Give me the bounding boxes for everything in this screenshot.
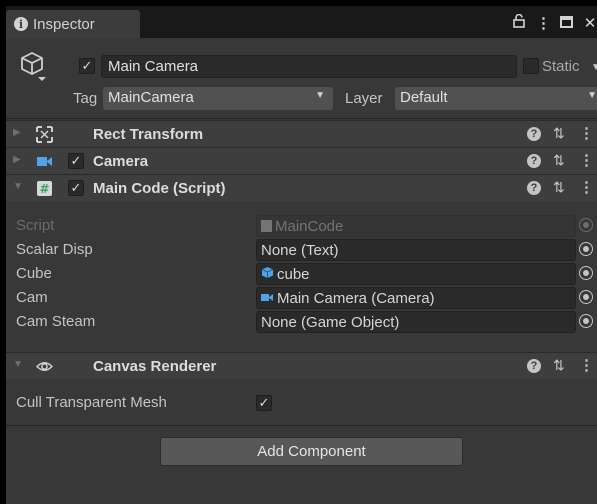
chevron-down-icon: ▼ — [587, 90, 597, 101]
static-label[interactable]: Static — [542, 58, 580, 75]
property-label: Script — [16, 217, 55, 234]
property-row-cube: Cube cube — [6, 262, 597, 286]
close-icon[interactable]: ✕ — [583, 14, 597, 32]
maximize-icon[interactable] — [560, 16, 573, 28]
layer-dropdown[interactable]: Default ▼ — [395, 87, 597, 110]
tag-dropdown[interactable]: MainCamera ▼ — [103, 87, 333, 110]
kebab-menu-icon[interactable]: ⋮ — [579, 124, 594, 142]
help-icon[interactable]: ? — [527, 127, 541, 141]
field-value: None (Text) — [261, 241, 339, 259]
property-label: Cull Transparent Mesh — [16, 394, 167, 411]
preset-icon[interactable]: ⇅ — [553, 179, 565, 196]
tab-actions: ⋮ ✕ — [512, 13, 597, 32]
component-camera[interactable]: ▶ ✓ Camera ? ⇅ ⋮ — [6, 147, 597, 174]
field-value: cube — [277, 265, 310, 283]
component-title: Main Code (Script) — [93, 180, 226, 197]
component-title: Rect Transform — [93, 126, 204, 143]
kebab-menu-icon[interactable]: ⋮ — [579, 151, 594, 169]
property-row-scalar-disp: Scalar Disp None (Text) — [6, 238, 597, 262]
property-label: Cube — [16, 265, 52, 282]
tab-bar: i Inspector ⋮ ✕ — [6, 6, 597, 38]
active-checkbox[interactable]: ✓ — [79, 58, 95, 74]
tag-value: MainCamera — [108, 89, 194, 106]
fold-arrow-icon[interactable]: ▼ — [13, 359, 23, 370]
cull-transparent-mesh-checkbox[interactable]: ✓ — [256, 395, 272, 411]
kebab-menu-icon[interactable]: ⋮ — [579, 356, 594, 374]
kebab-menu-icon[interactable]: ⋮ — [579, 178, 594, 196]
preset-icon[interactable]: ⇅ — [553, 357, 565, 374]
divider — [6, 118, 597, 119]
lock-icon[interactable] — [512, 13, 526, 32]
component-main-code-script[interactable]: ▼ # ✓ Main Code (Script) ? ⇅ ⋮ — [6, 174, 597, 201]
static-checkbox[interactable] — [523, 58, 539, 74]
cube-field[interactable]: cube — [256, 263, 576, 285]
chevron-down-icon: ▼ — [315, 90, 325, 101]
property-row-cam-steam: Cam Steam None (Game Object) — [6, 310, 597, 334]
camera-icon — [261, 290, 274, 307]
component-actions: ? ⇅ ⋮ — [527, 152, 597, 172]
layer-value: Default — [400, 89, 448, 106]
gameobject-cube-icon[interactable] — [20, 51, 50, 81]
script-asset-icon — [261, 220, 272, 232]
field-value: Main Camera (Camera) — [277, 289, 435, 307]
object-name-field[interactable]: Main Camera — [101, 55, 517, 78]
help-icon[interactable]: ? — [527, 181, 541, 195]
property-label: Cam — [16, 289, 48, 306]
help-icon[interactable]: ? — [527, 359, 541, 373]
property-row-cam: Cam Main Camera (Camera) — [6, 286, 597, 310]
object-picker-icon[interactable] — [579, 266, 593, 280]
help-icon[interactable]: ? — [527, 154, 541, 168]
divider — [6, 425, 597, 426]
property-row-script: Script MainCode — [6, 214, 597, 238]
field-value: None (Game Object) — [261, 313, 400, 331]
component-title: Canvas Renderer — [93, 358, 217, 375]
fold-arrow-icon[interactable]: ▶ — [13, 154, 21, 165]
inspector-panel: i Inspector ⋮ ✕ ✓ Main Camera Static ▼ T… — [6, 6, 597, 504]
preset-icon[interactable]: ⇅ — [553, 125, 565, 142]
script-icon: # — [36, 180, 53, 197]
camera-icon — [36, 153, 53, 170]
tab-label: Inspector — [33, 15, 95, 33]
static-dropdown-icon[interactable]: ▼ — [591, 62, 597, 73]
property-label: Scalar Disp — [16, 241, 93, 258]
object-picker-icon[interactable] — [579, 242, 593, 256]
tab-inspector[interactable]: i Inspector — [6, 10, 140, 38]
object-picker-icon — [579, 218, 593, 232]
add-component-button[interactable]: Add Component — [160, 437, 463, 466]
cam-steam-field[interactable]: None (Game Object) — [256, 311, 576, 333]
fold-arrow-icon[interactable]: ▶ — [13, 127, 21, 138]
scalar-disp-field[interactable]: None (Text) — [256, 239, 576, 261]
component-canvas-renderer[interactable]: ▼ Canvas Renderer ? ⇅ ⋮ — [6, 352, 597, 379]
rect-transform-icon — [36, 126, 53, 143]
property-row-cull-transparent-mesh: Cull Transparent Mesh ✓ — [6, 391, 597, 415]
preset-icon[interactable]: ⇅ — [553, 152, 565, 169]
component-actions: ? ⇅ ⋮ — [527, 125, 597, 145]
component-actions: ? ⇅ ⋮ — [527, 179, 597, 199]
fold-arrow-icon[interactable]: ▼ — [13, 181, 23, 192]
object-picker-icon[interactable] — [579, 290, 593, 304]
eye-icon — [35, 358, 54, 375]
svg-text:#: # — [39, 182, 49, 196]
component-title: Camera — [93, 153, 149, 170]
component-enabled-checkbox[interactable]: ✓ — [68, 153, 84, 169]
prefab-icon — [261, 266, 274, 283]
component-rect-transform[interactable]: ▶ Rect Transform ? ⇅ ⋮ — [6, 120, 597, 147]
cam-field[interactable]: Main Camera (Camera) — [256, 287, 576, 309]
script-field: MainCode — [256, 215, 576, 237]
kebab-menu-icon[interactable]: ⋮ — [536, 14, 551, 32]
tag-label: Tag — [73, 90, 98, 107]
property-label: Cam Steam — [16, 313, 96, 330]
component-actions: ? ⇅ ⋮ — [527, 357, 597, 377]
component-enabled-checkbox[interactable]: ✓ — [68, 180, 84, 196]
object-picker-icon[interactable] — [579, 314, 593, 328]
info-icon: i — [14, 17, 28, 31]
layer-label: Layer — [345, 90, 383, 107]
field-value: MainCode — [275, 217, 344, 235]
